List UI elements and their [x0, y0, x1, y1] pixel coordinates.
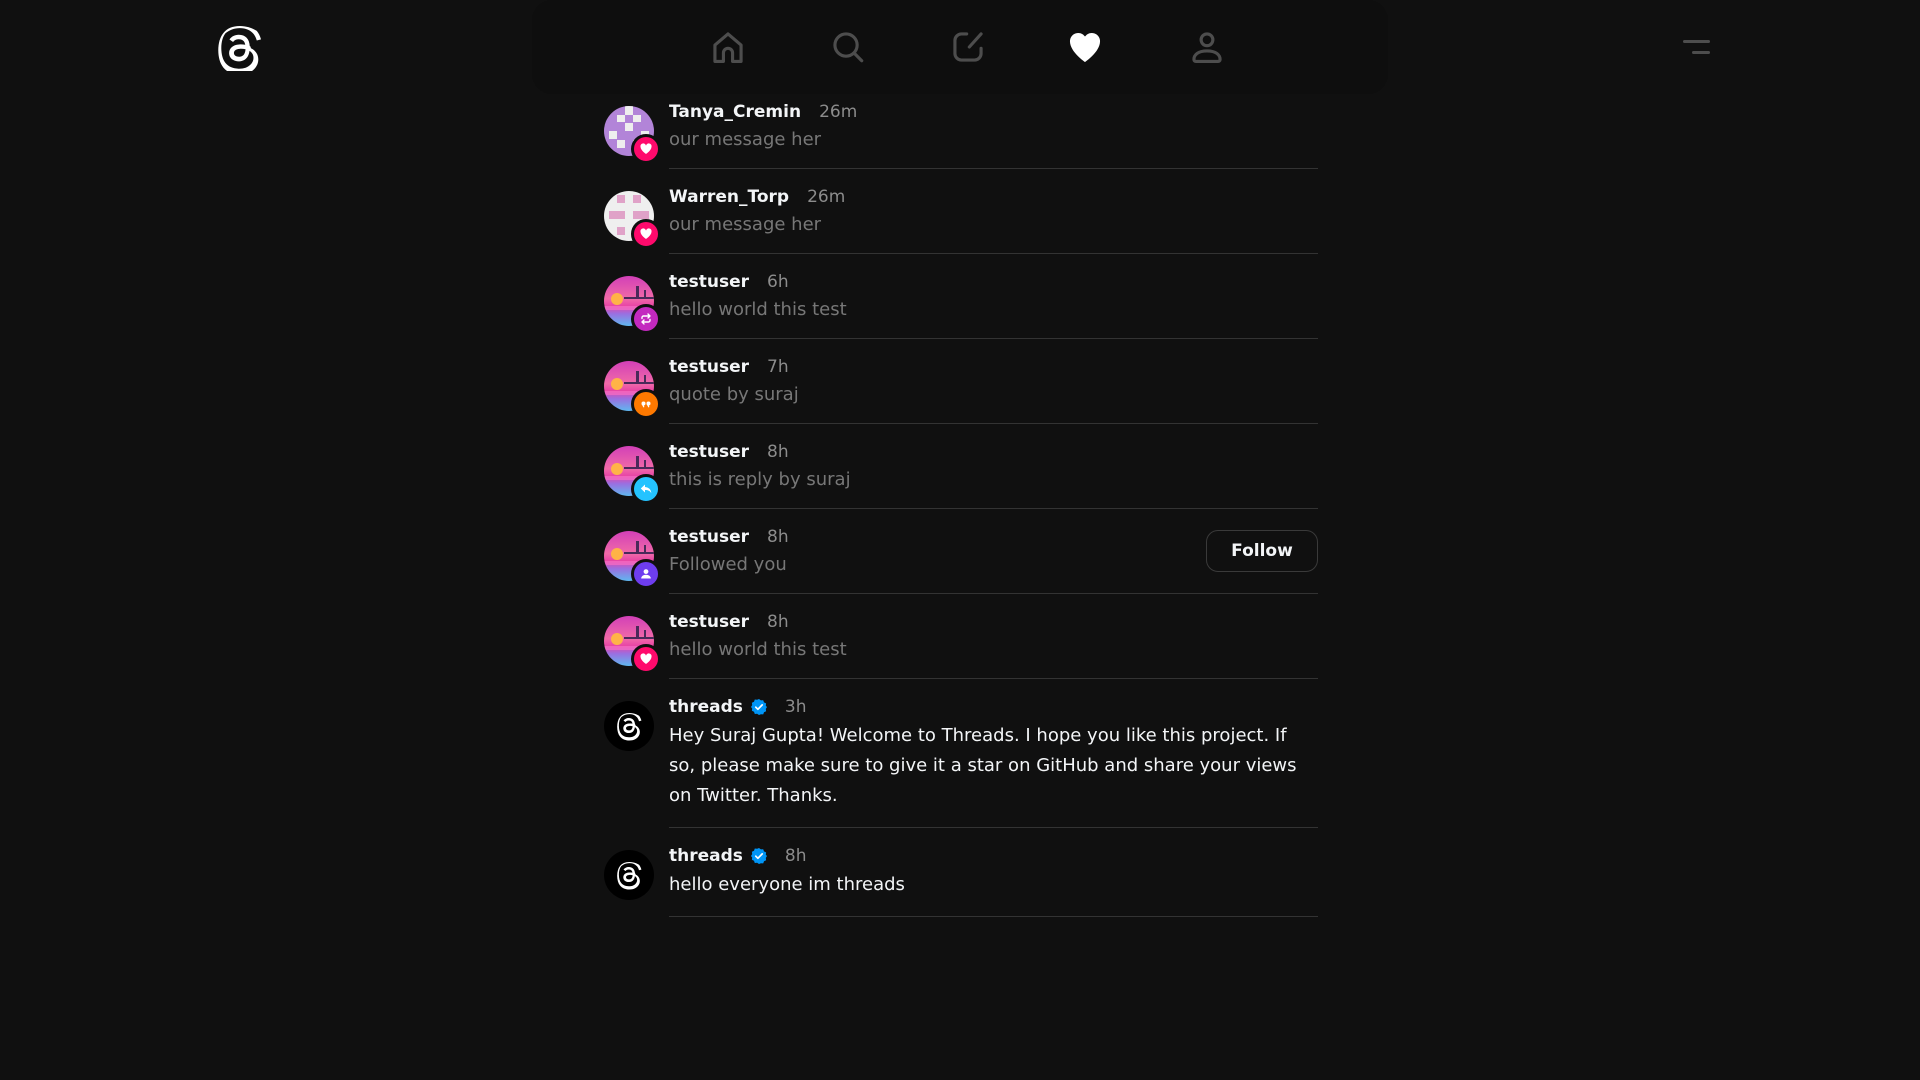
timestamp: 26m	[807, 187, 846, 207]
menu-line-icon	[1692, 51, 1710, 54]
activity-body: threads 8h hello everyone im threads	[669, 844, 1318, 917]
username-link[interactable]: testuser	[669, 612, 749, 632]
avatar[interactable]	[604, 276, 661, 334]
top-header	[0, 0, 1920, 94]
activity-feed: Tanya_Cremin 26m our message her Warren_Tor…	[604, 100, 1318, 933]
timestamp: 8h	[767, 527, 789, 547]
like-badge	[631, 134, 661, 164]
activity-body: testuser 8h hello world this test	[669, 610, 1318, 679]
activity-item[interactable]: testuser 8h Followed you Follow	[604, 525, 1318, 594]
avatar[interactable]	[604, 446, 661, 504]
nav-home-button[interactable]	[680, 20, 776, 74]
verified-badge-icon	[750, 848, 767, 864]
activity-body: testuser 8h this is reply by suraj	[669, 440, 1318, 509]
activity-item[interactable]: threads 3h Hey Suraj Gupta! Welcome to Thr…	[604, 695, 1318, 828]
follow-button[interactable]: Follow	[1206, 530, 1318, 572]
timestamp: 26m	[819, 102, 858, 122]
username-link[interactable]: threads	[669, 846, 743, 866]
activity-message: our message her	[669, 129, 822, 150]
activity-body: threads 3h Hey Suraj Gupta! Welcome to Thr…	[669, 695, 1318, 828]
home-icon	[713, 32, 743, 63]
like-badge	[631, 219, 661, 249]
person-icon	[640, 568, 652, 580]
activity-item[interactable]: Tanya_Cremin 26m our message her	[604, 100, 1318, 169]
follow-badge	[631, 559, 661, 589]
avatar-image	[604, 850, 654, 900]
quote-badge	[631, 389, 661, 419]
avatar[interactable]	[604, 106, 661, 164]
heart-icon	[640, 228, 652, 240]
activity-item[interactable]: testuser 8h this is reply by suraj	[604, 440, 1318, 509]
username-link[interactable]: Tanya_Cremin	[669, 102, 801, 122]
activity-item[interactable]: testuser 7h quote by suraj	[604, 355, 1318, 424]
avatar[interactable]	[604, 191, 661, 249]
reply-badge	[631, 474, 661, 504]
activity-item[interactable]: Warren_Torp 26m our message her	[604, 185, 1318, 254]
activity-item[interactable]: testuser 8h hello world this test	[604, 610, 1318, 679]
search-icon	[833, 32, 864, 63]
menu-line-icon	[1683, 40, 1710, 43]
heart-icon	[640, 653, 652, 665]
menu-button[interactable]	[1664, 30, 1710, 64]
avatar[interactable]	[604, 616, 661, 674]
username-link[interactable]: threads	[669, 697, 743, 717]
timestamp: 3h	[784, 697, 807, 717]
username-link[interactable]: testuser	[669, 272, 749, 292]
activity-body: testuser 6h hello world this test	[669, 270, 1318, 339]
heart-icon	[1069, 32, 1101, 63]
avatar[interactable]	[604, 361, 661, 419]
activity-message: quote by suraj	[669, 384, 799, 405]
activity-body: testuser 8h Followed you Follow	[669, 525, 1318, 594]
activity-message: hello world this test	[669, 639, 847, 660]
compose-icon	[953, 32, 983, 62]
avatar[interactable]	[604, 850, 654, 900]
activity-message: hello world this test	[669, 299, 847, 320]
timestamp: 8h	[784, 846, 807, 866]
threads-logo-icon[interactable]	[218, 25, 262, 75]
username-link[interactable]: testuser	[669, 527, 749, 547]
nav-search-button[interactable]	[800, 20, 896, 74]
activity-body: testuser 7h quote by suraj	[669, 355, 1318, 424]
username-link[interactable]: Warren_Torp	[669, 187, 789, 207]
activity-message: our message her	[669, 214, 822, 235]
avatar-image	[604, 701, 654, 751]
avatar[interactable]	[604, 531, 661, 589]
avatar[interactable]	[604, 701, 654, 751]
verified-badge-icon	[750, 699, 767, 715]
heart-icon	[640, 143, 652, 155]
like-badge	[631, 644, 661, 674]
nav-create-button[interactable]	[920, 20, 1016, 74]
activity-body: Warren_Torp 26m our message her	[669, 185, 1318, 254]
timestamp: 6h	[767, 272, 789, 292]
profile-icon	[1192, 32, 1222, 63]
activity-message: this is reply by suraj	[669, 469, 851, 490]
timestamp: 8h	[767, 612, 789, 632]
activity-message: hello everyone im threads	[669, 874, 905, 895]
activity-body: Tanya_Cremin 26m our message her	[669, 100, 1318, 169]
activity-message: Hey Suraj Gupta! Welcome to Threads. I h…	[669, 725, 1297, 806]
activity-item[interactable]: testuser 6h hello world this test	[604, 270, 1318, 339]
username-link[interactable]: testuser	[669, 442, 749, 462]
timestamp: 7h	[767, 357, 789, 377]
repost-icon	[640, 313, 652, 325]
repost-badge	[631, 304, 661, 334]
timestamp: 8h	[767, 442, 789, 462]
activity-item[interactable]: threads 8h hello everyone im threads	[604, 844, 1318, 917]
nav-profile-button[interactable]	[1159, 20, 1255, 74]
quote-icon	[640, 398, 652, 410]
nav-activity-button[interactable]	[1037, 20, 1133, 74]
reply-icon	[640, 483, 652, 495]
username-link[interactable]: testuser	[669, 357, 749, 377]
